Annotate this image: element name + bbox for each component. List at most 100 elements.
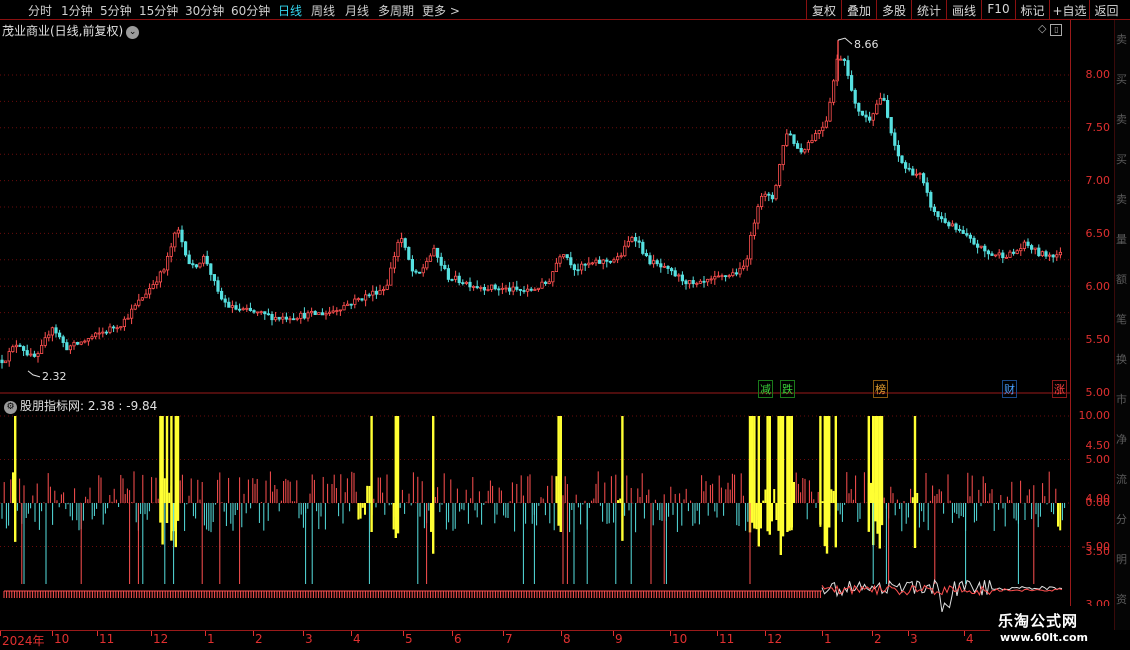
candle-body: [129, 308, 134, 319]
edge-label: 流: [1116, 473, 1127, 486]
candle-body: [540, 281, 544, 289]
candle-body: [896, 145, 901, 157]
period-tab-intraday[interactable]: 分时: [28, 2, 52, 19]
candle-body: [320, 312, 325, 316]
candle-body: [958, 229, 962, 231]
candle-body: [396, 241, 400, 257]
candle-body: [1055, 254, 1059, 258]
edge-label: 换: [1116, 353, 1127, 366]
candle-body: [932, 206, 937, 212]
overlay-button[interactable]: 叠加: [841, 0, 876, 20]
candle-body: [943, 218, 947, 223]
candle-body: [724, 275, 728, 278]
candle-body: [54, 327, 58, 334]
candle-body: [428, 255, 433, 262]
candle-body: [1033, 247, 1037, 250]
month-tick: [561, 631, 562, 636]
mark-button[interactable]: 标记: [1015, 0, 1049, 20]
candle-body: [547, 281, 551, 284]
month-tick: [822, 631, 823, 636]
candle-body: [950, 223, 955, 227]
high-marker: [837, 37, 853, 45]
candle-body: [1012, 251, 1016, 254]
candle-body: [47, 334, 51, 339]
candle-body: [165, 255, 170, 271]
candle-body: [889, 116, 893, 134]
edge-label: 卖: [1116, 193, 1127, 206]
period-tab-weekly[interactable]: 周线: [311, 2, 335, 19]
month-label: 2024年: [2, 634, 45, 648]
candle-body: [1030, 245, 1034, 250]
candle-body: [792, 134, 796, 144]
candle-body: [255, 311, 260, 314]
period-tab-daily[interactable]: 日线: [278, 2, 302, 19]
f10-button[interactable]: F10: [981, 0, 1015, 20]
diamond-icon[interactable]: ◇: [1038, 22, 1046, 35]
candle-body: [486, 289, 490, 291]
candle-body: [713, 276, 717, 280]
candle-body: [608, 260, 613, 263]
back-button[interactable]: 返回: [1089, 0, 1123, 20]
period-tab-60min[interactable]: 60分钟: [231, 2, 270, 19]
indicator-chart[interactable]: [0, 396, 1070, 630]
candle-body: [90, 336, 94, 339]
candle-body: [133, 304, 137, 310]
period-tab-multi[interactable]: 多周期: [378, 2, 414, 19]
candle-body: [832, 80, 836, 103]
candle-body: [403, 238, 407, 248]
panel-toggle-icon[interactable]: ▯: [1050, 24, 1063, 36]
candle-body: [331, 310, 335, 313]
candle-body: [353, 298, 357, 305]
indicator-y-tick: -5.00: [1081, 539, 1110, 553]
candle-body: [637, 240, 641, 243]
candle-body: [529, 288, 533, 291]
add-watchlist-button[interactable]: +自选: [1049, 0, 1089, 20]
month-label: 3: [305, 632, 313, 646]
candle-body: [688, 280, 692, 285]
draw-line-button[interactable]: 画线: [946, 0, 981, 20]
candle-body: [356, 298, 361, 301]
stats-button[interactable]: 统计: [911, 0, 946, 20]
edge-label: 净: [1116, 433, 1127, 446]
candle-body: [929, 192, 933, 208]
period-tab-monthly[interactable]: 月线: [345, 2, 369, 19]
candle-body: [994, 254, 998, 257]
period-tab-1min[interactable]: 1分钟: [61, 2, 93, 19]
period-tab-5min[interactable]: 5分钟: [100, 2, 132, 19]
candle-body: [284, 316, 289, 320]
candle-body: [281, 316, 285, 320]
candle-body: [363, 294, 368, 301]
adjust-button[interactable]: 复权: [806, 0, 841, 20]
candlestick-chart[interactable]: [0, 20, 1070, 394]
chevron-down-icon[interactable]: ⌄: [126, 26, 140, 39]
indicator-title: ⚙ 股朋指标网: 2.38 : -9.84: [4, 397, 157, 414]
month-label: 9: [615, 632, 623, 646]
candle-body: [666, 265, 670, 269]
month-tick: [670, 631, 671, 636]
indicator-y-tick: 5.00: [1085, 452, 1111, 466]
edge-label: 量: [1116, 233, 1127, 246]
candle-body: [36, 353, 40, 357]
period-tab-15min[interactable]: 15分钟: [139, 2, 178, 19]
candle-body: [760, 195, 764, 208]
month-label: 6: [454, 632, 462, 646]
candle-body: [479, 287, 483, 289]
candle-body: [507, 287, 512, 292]
month-tick: [253, 631, 254, 636]
candle-body: [533, 289, 537, 291]
edge-label: 卖: [1116, 33, 1127, 46]
candle-body: [345, 303, 350, 306]
period-tab-30min[interactable]: 30分钟: [185, 2, 224, 19]
candle-body: [417, 271, 422, 274]
candle-body: [785, 133, 789, 146]
candle-body: [814, 133, 818, 141]
y-tick-label: 5.00: [1085, 386, 1111, 399]
period-tab-more[interactable]: 更多 >: [422, 2, 460, 19]
month-tick: [151, 631, 152, 636]
month-tick: [908, 631, 909, 636]
candle-body: [868, 116, 872, 121]
indicator-y-tick: 0.00: [1085, 496, 1111, 509]
multi-stock-button[interactable]: 多股: [876, 0, 911, 20]
gear-icon[interactable]: ⚙: [4, 401, 17, 414]
candle-body: [796, 143, 800, 149]
